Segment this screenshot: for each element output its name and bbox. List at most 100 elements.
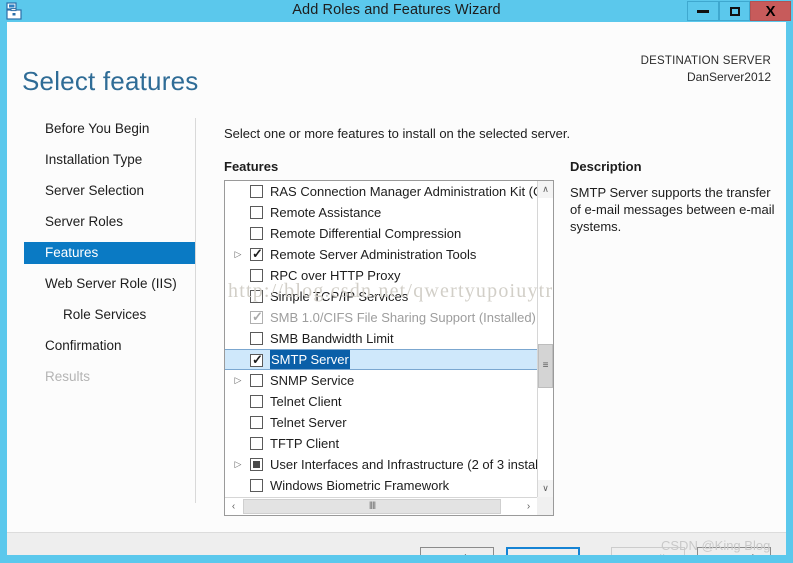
sidebar-item-label: Installation Type	[45, 152, 143, 167]
feature-checkbox[interactable]	[250, 185, 263, 198]
previous-button[interactable]: < Previous	[420, 547, 494, 555]
feature-checkbox[interactable]	[250, 479, 263, 492]
feature-row[interactable]: RPC over HTTP Proxy	[225, 265, 537, 286]
feature-checkbox[interactable]	[250, 290, 263, 303]
cancel-button[interactable]: Cancel	[697, 547, 771, 555]
install-button: Install	[611, 547, 685, 555]
partial-check-icon	[253, 461, 260, 468]
sidebar-item-confirmation[interactable]: Confirmation	[7, 335, 195, 357]
destination-server-name: DanServer2012	[686, 70, 771, 84]
feature-checkbox[interactable]	[250, 458, 263, 471]
scroll-left-arrow-icon[interactable]: ‹	[225, 498, 242, 515]
feature-row[interactable]: RAS Connection Manager Administration Ki…	[225, 181, 537, 202]
page-title: Select features	[22, 66, 199, 96]
feature-checkbox[interactable]	[250, 437, 263, 450]
scroll-up-arrow-icon[interactable]: ∧	[538, 181, 553, 198]
minimize-button[interactable]	[687, 1, 719, 21]
features-heading: Features	[224, 159, 279, 174]
feature-row[interactable]: Telnet Client	[225, 391, 537, 412]
sidebar-item-web-server-role-iis[interactable]: Web Server Role (IIS)	[7, 273, 195, 295]
sidebar-divider	[195, 118, 196, 503]
sidebar-item-label: Features	[45, 245, 99, 260]
sidebar-item-server-roles[interactable]: Server Roles	[7, 211, 195, 233]
sidebar-item-features[interactable]: Features	[24, 242, 195, 264]
feature-row[interactable]: Telnet Server	[225, 412, 537, 433]
features-horizontal-scrollbar[interactable]: ‹ ‖‖ ›	[225, 497, 553, 515]
maximize-button[interactable]	[719, 1, 750, 21]
feature-label: SMB Bandwidth Limit	[270, 331, 394, 346]
feature-checkbox[interactable]	[250, 206, 263, 219]
feature-label: SNMP Service	[270, 373, 355, 388]
feature-row[interactable]: SMB Bandwidth Limit	[225, 328, 537, 349]
feature-row[interactable]: Windows Biometric Framework	[225, 475, 537, 496]
feature-row[interactable]: ▷ SNMP Service	[225, 370, 537, 391]
feature-checkbox[interactable]: ✓	[250, 352, 263, 367]
feature-checkbox[interactable]	[250, 227, 263, 240]
feature-label: RAS Connection Manager Administration Ki…	[270, 184, 537, 199]
feature-row[interactable]: Remote Differential Compression	[225, 223, 537, 244]
expand-triangle-icon[interactable]: ▷	[232, 244, 244, 265]
feature-checkbox[interactable]	[250, 395, 263, 408]
feature-checkbox[interactable]	[250, 374, 263, 387]
feature-checkbox[interactable]: ✓	[250, 246, 263, 261]
feature-label: Telnet Client	[270, 394, 342, 409]
destination-server-label: DESTINATION SERVER	[640, 55, 771, 67]
checkmark-icon: ✓	[252, 309, 263, 324]
feature-label: Remote Assistance	[270, 205, 382, 220]
feature-row[interactable]: ✓ SMB 1.0/CIFS File Sharing Support (Inst…	[225, 307, 537, 328]
feature-checkbox[interactable]	[250, 332, 263, 345]
feature-row[interactable]: ✓ SMTP Server	[225, 349, 537, 370]
minimize-icon	[697, 9, 709, 13]
wizard-nav-sidebar: Before You Begin Installation Type Serve…	[7, 118, 195, 503]
close-button[interactable]: X	[750, 1, 791, 21]
sidebar-item-server-selection[interactable]: Server Selection	[7, 180, 195, 202]
sidebar-item-label: Server Roles	[45, 214, 124, 229]
feature-label: Remote Differential Compression	[270, 226, 462, 241]
next-button[interactable]: Next >	[506, 547, 580, 555]
scroll-down-arrow-icon[interactable]: ∨	[538, 480, 553, 497]
feature-checkbox: ✓	[250, 309, 263, 324]
feature-row[interactable]: Remote Assistance	[225, 202, 537, 223]
page-header: Select features DESTINATION SERVER DanSe…	[7, 22, 786, 96]
sidebar-item-role-services[interactable]: Role Services	[7, 304, 195, 326]
feature-row[interactable]: ▷ User Interfaces and Infrastructure (2 o…	[225, 454, 537, 475]
checkmark-icon: ✓	[252, 246, 263, 261]
feature-label: Simple TCP/IP Services	[270, 289, 409, 304]
sidebar-item-installation-type[interactable]: Installation Type	[7, 149, 195, 171]
sidebar-item-label: Web Server Role (IIS)	[45, 276, 177, 291]
feature-checkbox[interactable]	[250, 416, 263, 429]
features-list-box[interactable]: RAS Connection Manager Administration Ki…	[224, 180, 554, 516]
feature-label: RPC over HTTP Proxy	[270, 268, 401, 283]
horizontal-scrollbar-thumb[interactable]: ‖‖	[243, 499, 501, 514]
client-area: Select features DESTINATION SERVER DanSe…	[7, 22, 786, 555]
feature-row[interactable]: ▷ ✓ Remote Server Administration Tools	[225, 244, 537, 265]
feature-label: Telnet Server	[270, 415, 347, 430]
scroll-right-arrow-icon[interactable]: ›	[520, 498, 537, 515]
description-text: SMTP Server supports the transfer of e-m…	[570, 185, 775, 234]
sidebar-item-label: Results	[45, 369, 91, 384]
main-pane: Select one or more features to install o…	[212, 118, 786, 518]
feature-label: Remote Server Administration Tools	[270, 247, 477, 262]
feature-checkbox[interactable]	[250, 269, 263, 282]
features-vertical-scrollbar[interactable]: ∧ ≡ ∨	[537, 181, 553, 497]
sidebar-item-label: Before You Begin	[45, 121, 150, 136]
features-list-viewport: RAS Connection Manager Administration Ki…	[225, 181, 537, 497]
feature-label: Windows Biometric Framework	[270, 478, 450, 493]
sidebar-item-results: Results	[7, 366, 195, 388]
expand-triangle-icon[interactable]: ▷	[232, 454, 244, 475]
instruction-text: Select one or more features to install o…	[224, 126, 571, 141]
feature-label: SMB 1.0/CIFS File Sharing Support (Insta…	[270, 310, 536, 325]
feature-label: SMTP Server	[270, 350, 350, 369]
sidebar-item-label: Confirmation	[45, 338, 122, 353]
feature-label: TFTP Client	[270, 436, 340, 451]
vertical-scrollbar-thumb[interactable]: ≡	[538, 344, 553, 388]
sidebar-item-before-you-begin[interactable]: Before You Begin	[7, 118, 195, 140]
feature-row[interactable]: TFTP Client	[225, 433, 537, 454]
description-heading: Description	[570, 159, 642, 174]
window-title: Add Roles and Features Wizard	[292, 2, 501, 18]
expand-triangle-icon[interactable]: ▷	[232, 370, 244, 391]
sidebar-item-label: Server Selection	[45, 183, 145, 198]
feature-row[interactable]: Simple TCP/IP Services	[225, 286, 537, 307]
wizard-window: Add Roles and Features Wizard X Select f…	[0, 0, 793, 563]
maximize-icon	[729, 6, 740, 16]
